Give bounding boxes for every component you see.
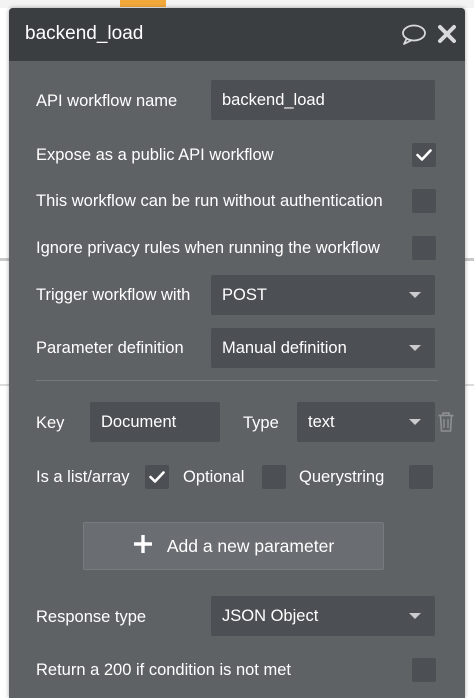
trigger-value: POST <box>222 285 267 304</box>
expose-public-label: Expose as a public API workflow <box>36 146 274 164</box>
param-key-value: Document <box>101 412 177 431</box>
return-200-checkbox[interactable] <box>412 658 436 682</box>
workflow-name-input[interactable]: backend_load <box>211 80 435 120</box>
expose-public-checkbox[interactable] <box>412 143 436 167</box>
ignore-privacy-label: Ignore privacy rules when running the wo… <box>36 239 380 257</box>
close-icon[interactable] <box>437 24 457 49</box>
section-divider <box>36 380 438 381</box>
param-type-label: Type <box>243 414 279 432</box>
return-200-label: Return a 200 if condition is not met <box>36 661 291 679</box>
param-def-value: Manual definition <box>222 338 347 357</box>
response-type-label: Response type <box>36 608 147 626</box>
no-auth-checkbox[interactable] <box>412 189 436 213</box>
chevron-down-icon <box>409 613 421 619</box>
background-app-strip <box>0 0 474 8</box>
chevron-down-icon <box>409 292 421 298</box>
panel-title: backend_load <box>25 23 144 44</box>
querystring-checkbox[interactable] <box>409 465 433 489</box>
param-key-input[interactable]: Document <box>90 402 220 442</box>
chevron-down-icon <box>409 345 421 351</box>
response-type-select[interactable]: JSON Object <box>211 596 435 636</box>
ignore-privacy-checkbox[interactable] <box>412 236 436 260</box>
no-auth-label: This workflow can be run without authent… <box>36 192 383 210</box>
is-list-checkbox[interactable] <box>145 465 169 489</box>
add-parameter-button[interactable]: Add a new parameter <box>83 522 384 570</box>
checkmark-icon <box>416 149 432 161</box>
trash-icon[interactable] <box>437 411 455 438</box>
add-parameter-label: Add a new parameter <box>166 535 335 556</box>
checkmark-icon <box>149 471 165 483</box>
chat-bubble-icon[interactable] <box>401 24 427 51</box>
trigger-label: Trigger workflow with <box>36 286 191 304</box>
param-key-label: Key <box>36 414 65 432</box>
param-def-label: Parameter definition <box>36 339 184 357</box>
param-def-select[interactable]: Manual definition <box>211 328 435 368</box>
param-type-select[interactable]: text <box>297 402 435 442</box>
param-type-value: text <box>308 412 335 431</box>
background-accent-tab <box>120 0 166 7</box>
trigger-select[interactable]: POST <box>211 275 435 315</box>
is-list-label: Is a list/array <box>36 468 130 486</box>
optional-checkbox[interactable] <box>262 465 286 489</box>
response-type-value: JSON Object <box>222 606 319 625</box>
querystring-label: Querystring <box>299 468 385 486</box>
panel-header: backend_load <box>9 8 465 61</box>
chevron-down-icon <box>409 419 421 425</box>
workflow-name-value: backend_load <box>222 90 325 109</box>
plus-icon <box>133 534 153 559</box>
optional-label: Optional <box>183 468 245 486</box>
workflow-name-label: API workflow name <box>36 92 178 110</box>
api-workflow-panel: backend_load API workflow name backend_l… <box>9 8 465 698</box>
